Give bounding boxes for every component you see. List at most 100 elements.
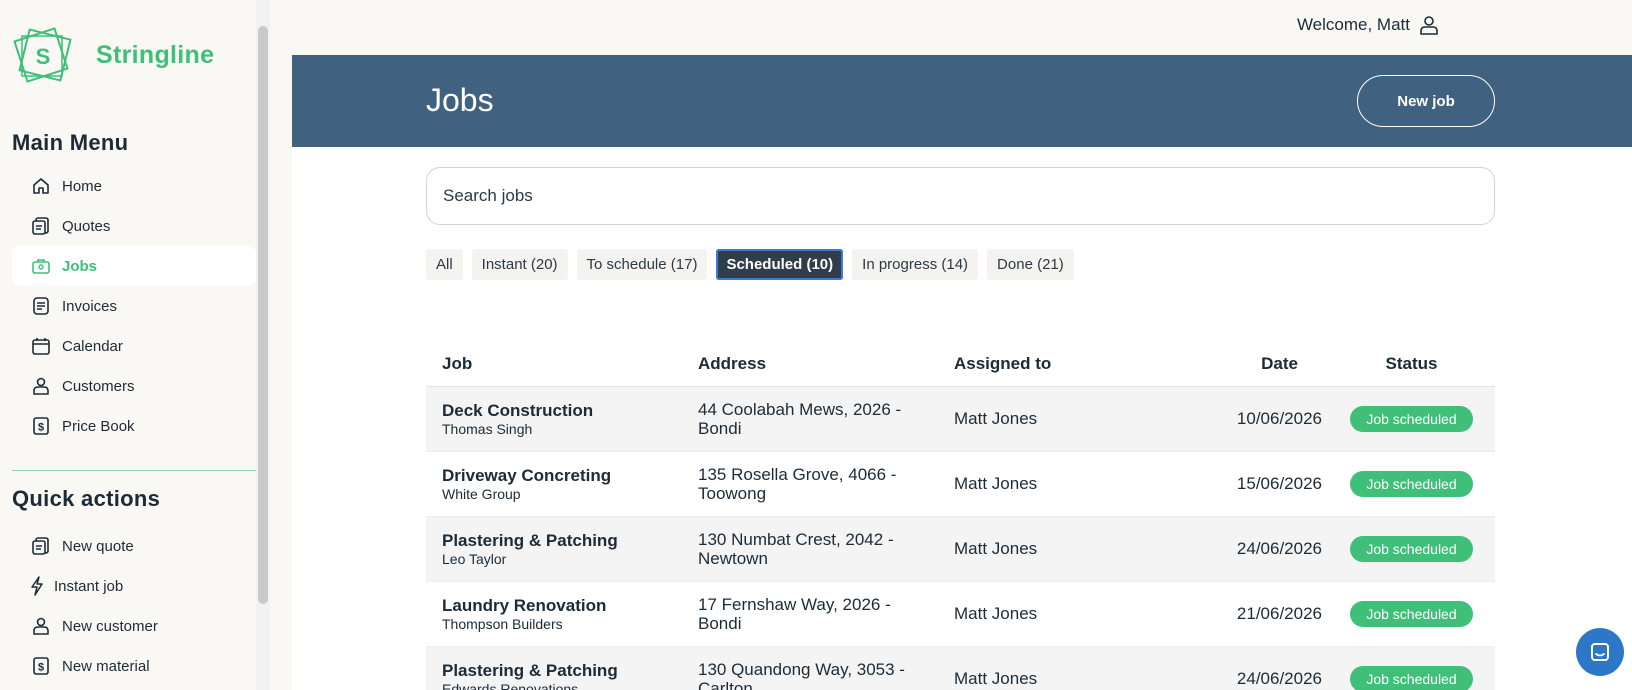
- job-date: 24/06/2026: [1236, 539, 1322, 558]
- job-date: 24/06/2026: [1236, 669, 1322, 688]
- sidebar: S Stringline Main Menu Home Quotes Jobs …: [0, 0, 272, 690]
- job-address: 17 Fernshaw Way, 2026 - Bondi: [698, 595, 891, 633]
- sidebar-item-label: Home: [62, 177, 103, 195]
- job-title: Driveway Concreting: [442, 465, 612, 485]
- main-menu-title: Main Menu: [12, 130, 129, 155]
- jobs-icon: [30, 255, 52, 277]
- sidebar-item-quotes[interactable]: Quotes: [12, 206, 256, 246]
- brand-name: Stringline: [96, 40, 215, 69]
- status-badge: Job scheduled: [1350, 601, 1473, 627]
- column-header-assigned[interactable]: Assigned to: [938, 354, 1138, 374]
- stringline-logo-icon: S: [13, 27, 72, 83]
- filter-done[interactable]: Done (21): [987, 249, 1074, 280]
- page-title: Jobs: [426, 82, 494, 118]
- sidebar-item-customers[interactable]: Customers: [12, 366, 256, 406]
- customers-icon: [30, 375, 52, 397]
- sidebar-item-price-book[interactable]: $ Price Book: [12, 406, 256, 446]
- jobs-table: Job Address Assigned to Date Status Deck…: [426, 341, 1495, 690]
- column-header-job[interactable]: Job: [426, 354, 682, 374]
- welcome-text: Welcome, Matt: [1296, 15, 1410, 34]
- job-assignee: Matt Jones: [954, 539, 1038, 558]
- brand-logo[interactable]: S Stringline: [12, 24, 214, 86]
- sidebar-item-invoices[interactable]: Invoices: [12, 286, 256, 326]
- table-row[interactable]: Plastering & Patching Leo Taylor 130 Numb…: [426, 517, 1495, 582]
- quick-action-instant-job[interactable]: Instant job: [12, 566, 256, 606]
- job-customer: White Group: [442, 485, 521, 502]
- job-title: Plastering & Patching: [442, 530, 618, 550]
- job-customer: Thomas Singh: [442, 420, 533, 437]
- user-menu[interactable]: Welcome, Matt: [1297, 14, 1440, 36]
- quick-action-new-material[interactable]: $ New material: [12, 646, 256, 686]
- job-title: Laundry Renovation: [442, 595, 607, 615]
- job-address: 130 Quandong Way, 3053 - Carlton: [698, 660, 905, 690]
- job-date: 21/06/2026: [1236, 604, 1322, 623]
- status-badge: Job scheduled: [1350, 406, 1473, 432]
- job-date: 15/06/2026: [1236, 474, 1322, 493]
- quotes-icon: [30, 215, 52, 237]
- job-address: 135 Rosella Grove, 4066 - Toowong: [698, 465, 897, 503]
- filter-instant[interactable]: Instant (20): [471, 249, 568, 280]
- status-badge: Job scheduled: [1350, 471, 1473, 497]
- table-row[interactable]: Deck Construction Thomas Singh 44 Coolaba…: [426, 387, 1495, 452]
- quick-action-label: New material: [62, 657, 150, 675]
- svg-text:S: S: [36, 44, 51, 69]
- page-header: Jobs New job: [292, 55, 1632, 147]
- invoices-icon: [30, 295, 52, 317]
- quick-action-new-customer[interactable]: New customer: [12, 606, 256, 646]
- quick-action-label: New quote: [62, 537, 134, 555]
- status-badge: Job scheduled: [1350, 536, 1473, 562]
- job-assignee: Matt Jones: [954, 604, 1038, 623]
- column-header-status[interactable]: Status: [1328, 354, 1495, 374]
- sidebar-scrollbar[interactable]: [258, 26, 268, 604]
- quick-actions-title: Quick actions: [12, 486, 161, 511]
- job-title: Plastering & Patching: [442, 660, 618, 680]
- job-address: 130 Numbat Crest, 2042 - Newtown: [698, 530, 894, 568]
- sidebar-item-jobs[interactable]: Jobs: [12, 246, 256, 286]
- job-address: 44 Coolabah Mews, 2026 - Bondi: [698, 400, 902, 438]
- quick-action-label: New customer: [62, 617, 158, 635]
- user-icon: [1420, 16, 1438, 35]
- table-row[interactable]: Driveway Concreting White Group 135 Rosel…: [426, 452, 1495, 517]
- search-field[interactable]: [426, 167, 1495, 225]
- job-date: 10/06/2026: [1236, 409, 1322, 428]
- quick-action-label: Instant job: [54, 577, 124, 595]
- job-customer: Leo Taylor: [442, 550, 507, 567]
- table-row[interactable]: Laundry Renovation Thompson Builders 17 F…: [426, 582, 1495, 647]
- job-assignee: Matt Jones: [954, 474, 1038, 493]
- job-assignee: Matt Jones: [954, 669, 1038, 688]
- sidebar-item-label: Customers: [62, 377, 135, 395]
- sidebar-item-label: Calendar: [62, 337, 123, 355]
- status-badge: Job scheduled: [1350, 666, 1473, 690]
- chat-icon: [1591, 643, 1609, 661]
- filter-in-progress[interactable]: In progress (14): [852, 249, 979, 280]
- sidebar-item-label: Invoices: [62, 297, 118, 315]
- main-content: Jobs New job All Instant (20) To schedul…: [292, 55, 1632, 690]
- sidebar-item-label: Price Book: [62, 417, 135, 435]
- customers-icon: [30, 615, 52, 637]
- lightning-icon: [30, 575, 44, 597]
- filter-all[interactable]: All: [426, 249, 463, 280]
- home-icon: [30, 175, 52, 197]
- filter-scheduled[interactable]: Scheduled (10): [716, 249, 844, 280]
- quick-action-new-quote[interactable]: New quote: [12, 526, 256, 566]
- status-filters: All Instant (20) To schedule (17) Schedu…: [426, 249, 1083, 280]
- price-book-icon: $: [30, 415, 52, 437]
- sidebar-item-calendar[interactable]: Calendar: [12, 326, 256, 366]
- sidebar-item-home[interactable]: Home: [12, 166, 256, 206]
- quotes-icon: [30, 535, 52, 557]
- search-input[interactable]: [443, 186, 1494, 206]
- column-header-date[interactable]: Date: [1138, 354, 1328, 374]
- job-customer: Edwards Renovations: [442, 680, 579, 690]
- table-row[interactable]: Plastering & Patching Edwards Renovations…: [426, 647, 1495, 690]
- job-title: Deck Construction: [442, 400, 594, 420]
- price-book-icon: $: [30, 655, 52, 677]
- column-header-address[interactable]: Address: [682, 354, 938, 373]
- new-job-button[interactable]: New job: [1357, 75, 1495, 127]
- sidebar-divider: [12, 470, 256, 471]
- svg-text:$: $: [38, 422, 44, 434]
- job-assignee: Matt Jones: [954, 409, 1038, 428]
- sidebar-item-label: Jobs: [62, 257, 98, 275]
- filter-to-schedule[interactable]: To schedule (17): [576, 249, 708, 280]
- chat-launcher-button[interactable]: [1576, 628, 1624, 676]
- sidebar-item-label: Quotes: [62, 217, 111, 235]
